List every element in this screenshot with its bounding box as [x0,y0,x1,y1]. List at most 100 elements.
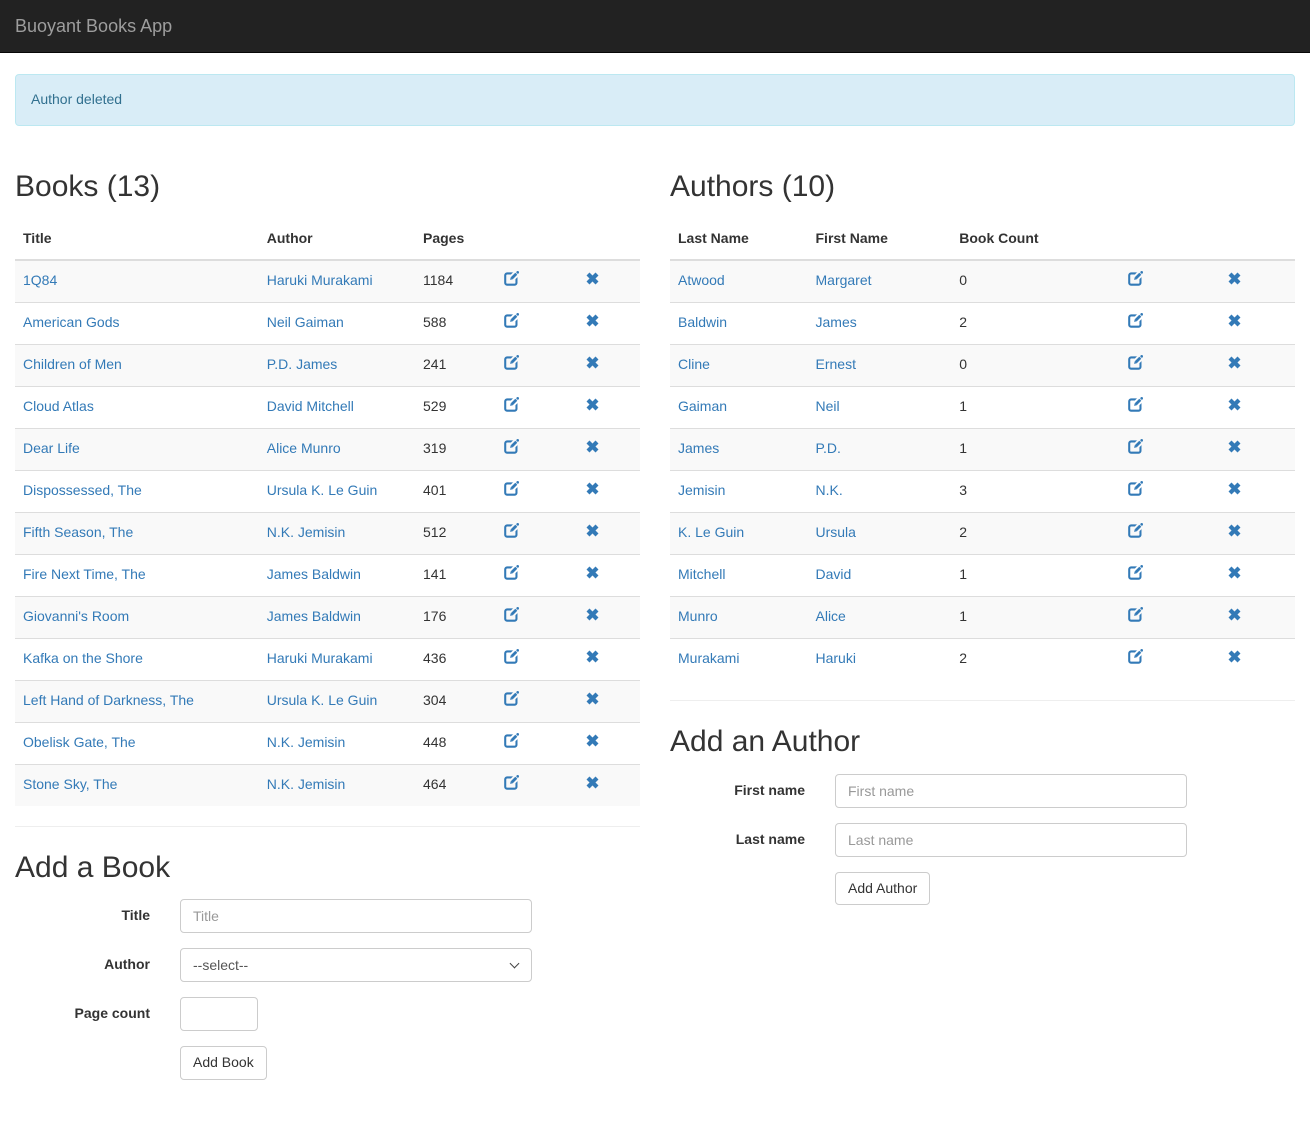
book-author-link[interactable]: James Baldwin [267,608,361,624]
delete-book-button[interactable] [586,314,599,327]
author-lastname-input[interactable] [835,823,1187,857]
edit-book-button[interactable] [504,397,519,412]
author-firstname-link[interactable]: Neil [816,398,840,414]
delete-book-button[interactable] [586,482,599,495]
book-author-link[interactable]: Ursula K. Le Guin [267,692,378,708]
delete-book-button[interactable] [586,776,599,789]
author-lastname-link[interactable]: Gaiman [678,398,727,414]
book-title-link[interactable]: Obelisk Gate, The [23,734,136,750]
author-firstname-link[interactable]: David [816,566,852,582]
book-author-link[interactable]: James Baldwin [267,566,361,582]
book-title-link[interactable]: Dear Life [23,440,80,456]
edit-author-button[interactable] [1128,607,1143,622]
book-pagecount-input[interactable] [180,997,258,1031]
delete-book-button[interactable] [586,608,599,621]
author-firstname-link[interactable]: Haruki [816,650,856,666]
delete-book-button[interactable] [586,398,599,411]
delete-author-button[interactable] [1228,356,1241,369]
edit-book-button[interactable] [504,355,519,370]
book-author-link[interactable]: P.D. James [267,356,338,372]
delete-author-button[interactable] [1228,608,1241,621]
edit-author-button[interactable] [1128,397,1143,412]
author-firstname-link[interactable]: James [816,314,857,330]
author-lastname-link[interactable]: Jemisin [678,482,725,498]
delete-author-button[interactable] [1228,482,1241,495]
author-lastname-link[interactable]: K. Le Guin [678,524,744,540]
author-lastname-link[interactable]: Atwood [678,272,725,288]
edit-book-button[interactable] [504,733,519,748]
book-author-link[interactable]: Neil Gaiman [267,314,344,330]
edit-book-button[interactable] [504,775,519,790]
edit-book-button[interactable] [504,481,519,496]
edit-book-button[interactable] [504,691,519,706]
book-title-link[interactable]: Stone Sky, The [23,776,117,792]
delete-author-button[interactable] [1228,272,1241,285]
app-brand[interactable]: Buoyant Books App [15,0,172,52]
delete-author-button[interactable] [1228,314,1241,327]
delete-book-button[interactable] [586,692,599,705]
delete-author-button[interactable] [1228,398,1241,411]
author-firstname-link[interactable]: Ernest [816,356,856,372]
book-title-link[interactable]: Children of Men [23,356,122,372]
book-author-link[interactable]: Alice Munro [267,440,341,456]
author-lastname-link[interactable]: Murakami [678,650,739,666]
edit-author-button[interactable] [1128,313,1143,328]
delete-author-button[interactable] [1228,650,1241,663]
book-title-link[interactable]: 1Q84 [23,272,57,288]
author-lastname-link[interactable]: James [678,440,719,456]
delete-book-button[interactable] [586,272,599,285]
edit-author-button[interactable] [1128,565,1143,580]
book-author-select[interactable]: --select-- [180,948,532,982]
delete-author-button[interactable] [1228,440,1241,453]
book-title-link[interactable]: American Gods [23,314,119,330]
book-author-link[interactable]: N.K. Jemisin [267,524,346,540]
book-title-link[interactable]: Cloud Atlas [23,398,94,414]
book-title-link[interactable]: Fifth Season, The [23,524,133,540]
edit-author-button[interactable] [1128,481,1143,496]
delete-book-button[interactable] [586,440,599,453]
edit-book-button[interactable] [504,313,519,328]
delete-author-button[interactable] [1228,566,1241,579]
author-firstname-link[interactable]: Ursula [816,524,856,540]
add-book-button[interactable]: Add Book [180,1046,267,1080]
author-lastname-link[interactable]: Munro [678,608,718,624]
book-title-link[interactable]: Dispossessed, The [23,482,142,498]
delete-book-button[interactable] [586,356,599,369]
delete-author-button[interactable] [1228,524,1241,537]
book-title-link[interactable]: Fire Next Time, The [23,566,146,582]
author-firstname-input[interactable] [835,774,1187,808]
author-lastname-link[interactable]: Mitchell [678,566,725,582]
edit-author-button[interactable] [1128,271,1143,286]
author-firstname-link[interactable]: Margaret [816,272,872,288]
author-lastname-link[interactable]: Baldwin [678,314,727,330]
edit-author-button[interactable] [1128,355,1143,370]
edit-book-button[interactable] [504,649,519,664]
author-firstname-link[interactable]: N.K. [816,482,843,498]
book-author-link[interactable]: N.K. Jemisin [267,776,346,792]
edit-book-button[interactable] [504,271,519,286]
delete-book-button[interactable] [586,650,599,663]
author-firstname-link[interactable]: Alice [816,608,846,624]
delete-book-button[interactable] [586,566,599,579]
book-title-link[interactable]: Kafka on the Shore [23,650,143,666]
book-author-link[interactable]: Haruki Murakami [267,272,373,288]
book-author-link[interactable]: N.K. Jemisin [267,734,346,750]
delete-book-button[interactable] [586,524,599,537]
book-title-link[interactable]: Giovanni's Room [23,608,129,624]
add-author-button[interactable]: Add Author [835,872,930,906]
book-author-link[interactable]: Haruki Murakami [267,650,373,666]
delete-book-button[interactable] [586,734,599,747]
edit-author-button[interactable] [1128,649,1143,664]
book-author-link[interactable]: Ursula K. Le Guin [267,482,378,498]
edit-author-button[interactable] [1128,439,1143,454]
book-title-link[interactable]: Left Hand of Darkness, The [23,692,194,708]
edit-author-button[interactable] [1128,523,1143,538]
edit-book-button[interactable] [504,439,519,454]
edit-book-button[interactable] [504,607,519,622]
edit-book-button[interactable] [504,523,519,538]
author-firstname-link[interactable]: P.D. [816,440,841,456]
book-author-link[interactable]: David Mitchell [267,398,354,414]
author-lastname-link[interactable]: Cline [678,356,710,372]
edit-book-button[interactable] [504,565,519,580]
book-title-input[interactable] [180,899,532,933]
